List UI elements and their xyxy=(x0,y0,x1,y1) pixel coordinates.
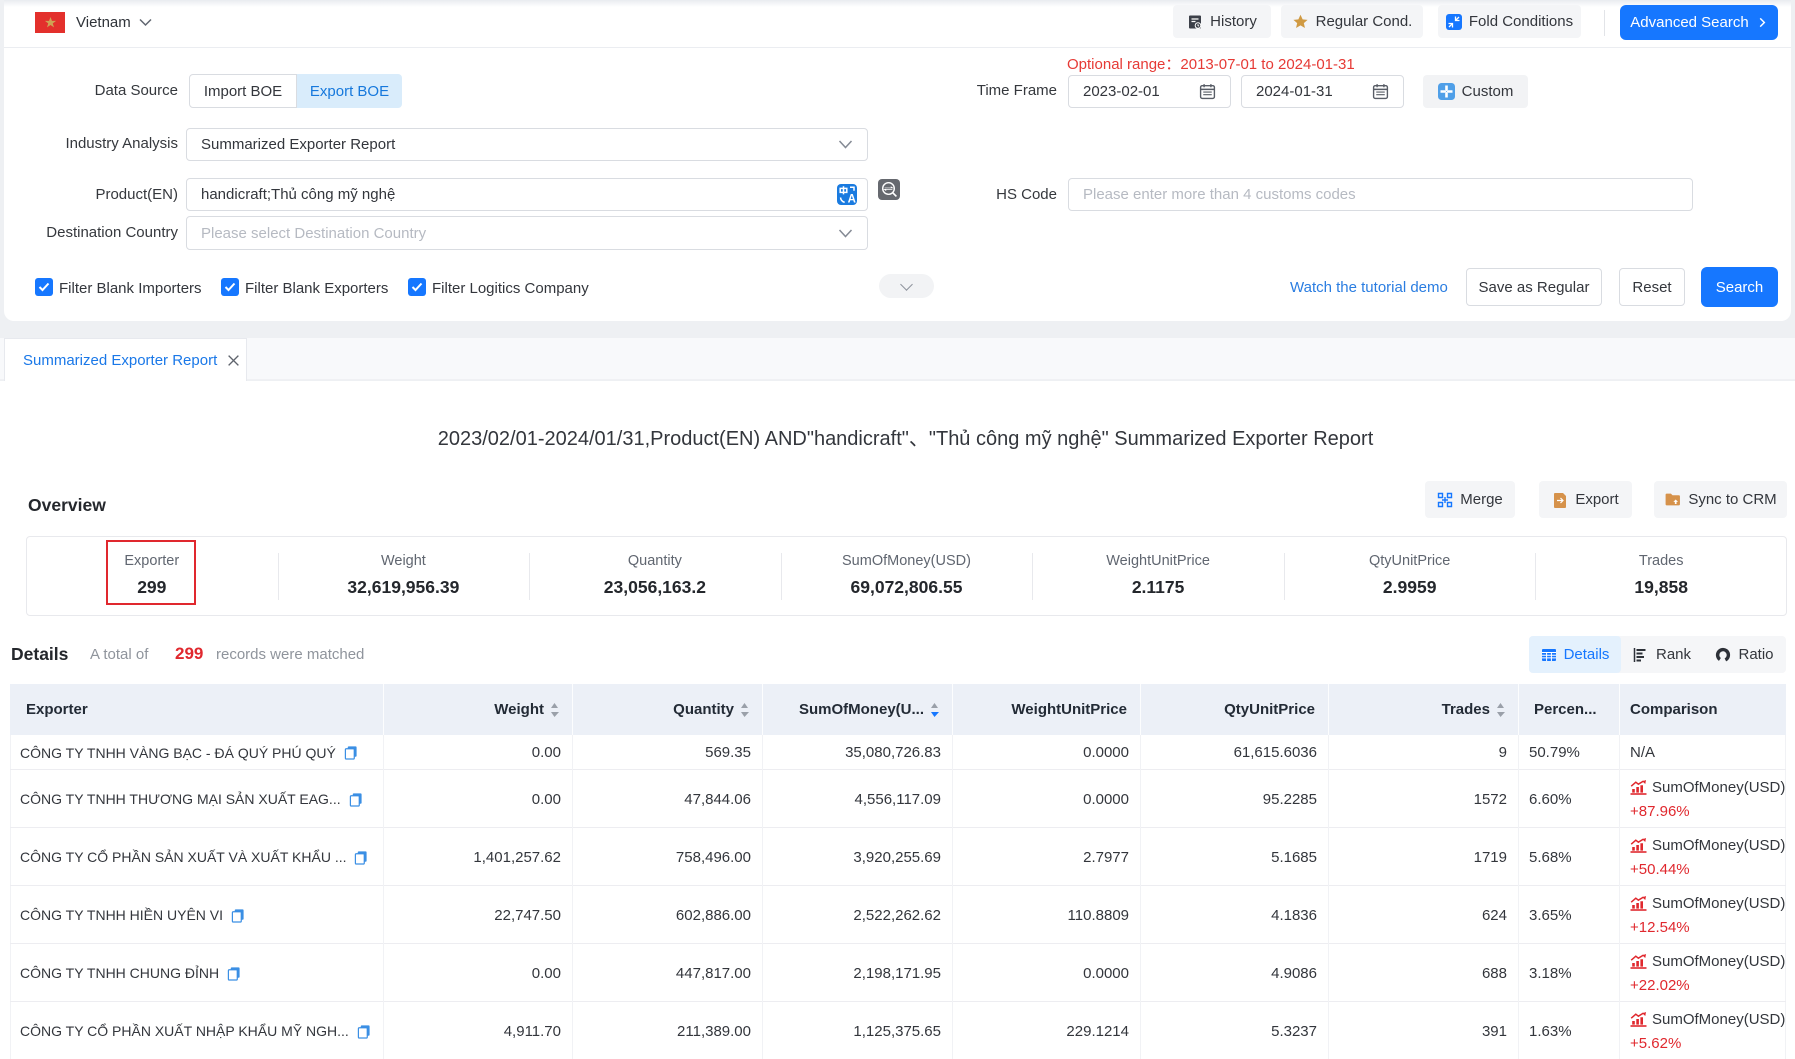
svg-text:A: A xyxy=(848,194,856,205)
